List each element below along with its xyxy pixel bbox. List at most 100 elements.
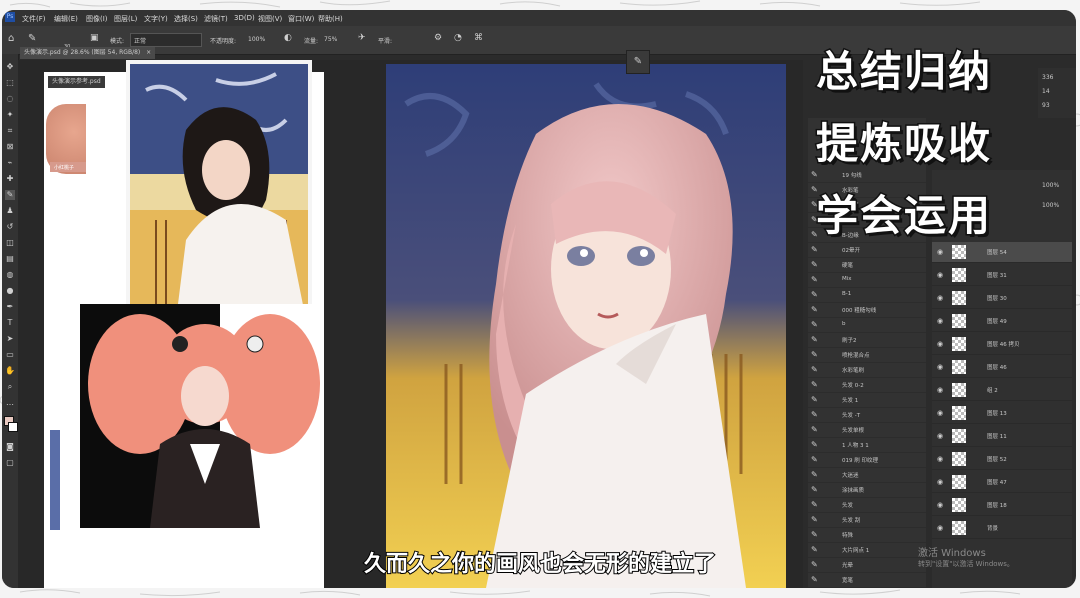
brush-item[interactable]: ✎ 头发 -T bbox=[808, 408, 926, 423]
type-tool-icon[interactable]: T bbox=[5, 318, 15, 328]
visibility-eye-icon[interactable]: ◉ bbox=[937, 317, 943, 325]
symmetry-icon[interactable]: ⌘ bbox=[474, 33, 483, 43]
layer-row[interactable]: ◉ 图层 46 bbox=[932, 357, 1072, 378]
background-color-swatch[interactable] bbox=[8, 422, 18, 432]
visibility-eye-icon[interactable]: ◉ bbox=[937, 524, 943, 532]
brush-panel-toggle-icon[interactable]: ▣ bbox=[90, 33, 99, 43]
opacity-value[interactable]: 100% bbox=[248, 36, 265, 43]
layer-row[interactable]: ◉ 图层 49 bbox=[932, 311, 1072, 332]
close-icon[interactable]: × bbox=[146, 49, 151, 56]
layer-row[interactable]: ◉ 背景 bbox=[932, 518, 1072, 539]
shape-tool-icon[interactable]: ▭ bbox=[5, 350, 15, 360]
menu-type[interactable]: 文字(Y) bbox=[144, 14, 168, 24]
brush-item[interactable]: ✎ 涂抹画质 bbox=[808, 483, 926, 498]
eyedropper-icon[interactable]: ⌁ bbox=[5, 158, 15, 168]
layer-row[interactable]: ◉ 图层 47 bbox=[932, 472, 1072, 493]
home-icon[interactable]: ⌂ bbox=[8, 33, 14, 44]
flow-value[interactable]: 75% bbox=[324, 36, 337, 43]
layer-row[interactable]: ◉ 图层 30 bbox=[932, 288, 1072, 309]
brush-item[interactable]: ✎ b bbox=[808, 318, 926, 333]
color-value-3[interactable]: 93 bbox=[1042, 102, 1050, 109]
visibility-eye-icon[interactable]: ◉ bbox=[937, 340, 943, 348]
brush-item[interactable]: ✎ 头发 bbox=[808, 498, 926, 513]
visibility-eye-icon[interactable]: ◉ bbox=[937, 294, 943, 302]
visibility-eye-icon[interactable]: ◉ bbox=[937, 363, 943, 371]
brush-item[interactable]: ✎ 硬笔 bbox=[808, 258, 926, 273]
layers-opacity-value[interactable]: 100% bbox=[1042, 182, 1059, 189]
visibility-eye-icon[interactable]: ◉ bbox=[937, 248, 943, 256]
visibility-eye-icon[interactable]: ◉ bbox=[937, 432, 943, 440]
brush-item[interactable]: ✎ Mix bbox=[808, 273, 926, 288]
brush-item[interactable]: ✎ B-1 bbox=[808, 288, 926, 303]
layer-row[interactable]: ◉ 图层 11 bbox=[932, 426, 1072, 447]
menu-3d[interactable]: 3D(D) bbox=[234, 14, 255, 22]
brush-item[interactable]: ✎ 02晕开 bbox=[808, 243, 926, 258]
airbrush-icon[interactable]: ✈ bbox=[358, 33, 366, 43]
brush-item[interactable]: ✎ 1 人物 3 1 bbox=[808, 438, 926, 453]
pen-tool-icon[interactable]: ✒ bbox=[5, 302, 15, 312]
visibility-eye-icon[interactable]: ◉ bbox=[937, 455, 943, 463]
visibility-eye-icon[interactable]: ◉ bbox=[937, 501, 943, 509]
brush-item[interactable]: ✎ 000 粗糙勾线 bbox=[808, 303, 926, 318]
stamp-tool-icon[interactable]: ♟ bbox=[5, 206, 15, 216]
quick-mask-icon[interactable]: ◙ bbox=[5, 442, 15, 452]
floating-brush-button[interactable]: ✎ bbox=[626, 50, 650, 74]
menu-layer[interactable]: 图层(L) bbox=[114, 14, 137, 24]
magic-wand-icon[interactable]: ✦ bbox=[5, 110, 15, 120]
brush-item[interactable]: ✎ 头发 刮 bbox=[808, 513, 926, 528]
blur-tool-icon[interactable]: ◍ bbox=[5, 270, 15, 280]
eraser-icon[interactable]: ◫ bbox=[5, 238, 15, 248]
brush-item[interactable]: ✎ 019 刷 印纹理 bbox=[808, 453, 926, 468]
visibility-eye-icon[interactable]: ◉ bbox=[937, 409, 943, 417]
zoom-tool-icon[interactable]: ⌕ bbox=[5, 382, 15, 392]
layers-fill-value[interactable]: 100% bbox=[1042, 202, 1059, 209]
layer-row[interactable]: ◉ 图层 52 bbox=[932, 449, 1072, 470]
layer-row[interactable]: ◉ 图层 31 bbox=[932, 265, 1072, 286]
visibility-eye-icon[interactable]: ◉ bbox=[937, 271, 943, 279]
dodge-tool-icon[interactable]: ● bbox=[5, 286, 15, 296]
marquee-tool-icon[interactable]: ⬚ bbox=[5, 78, 15, 88]
tab-headshot-demo[interactable]: 头像演示.psd @ 28.6% (图层 54, RGB/8) × bbox=[20, 47, 156, 59]
brush-item[interactable]: ✎ 大迷迷 bbox=[808, 468, 926, 483]
pressure-opacity-icon[interactable]: ◐ bbox=[284, 33, 292, 43]
menu-help[interactable]: 帮助(H) bbox=[318, 14, 343, 24]
visibility-eye-icon[interactable]: ◉ bbox=[937, 386, 943, 394]
angle-icon[interactable]: ◔ bbox=[454, 33, 462, 43]
crop-tool-icon[interactable]: ⌗ bbox=[5, 126, 15, 136]
layer-row[interactable]: ◉ 图层 54 bbox=[932, 242, 1072, 263]
path-select-icon[interactable]: ➤ bbox=[5, 334, 15, 344]
menu-edit[interactable]: 编辑(E) bbox=[54, 14, 78, 24]
brush-item[interactable]: ✎ 水彩笔刷 bbox=[808, 363, 926, 378]
color-value-1[interactable]: 336 bbox=[1042, 74, 1053, 81]
gradient-tool-icon[interactable]: ▤ bbox=[5, 254, 15, 264]
brush-item[interactable]: ✎ 刷子2 bbox=[808, 333, 926, 348]
tab-headshot-reference[interactable]: 头像演示参考.psd bbox=[48, 76, 105, 88]
frame-tool-icon[interactable]: ⊠ bbox=[5, 142, 15, 152]
menu-select[interactable]: 选择(S) bbox=[174, 14, 198, 24]
brush-item[interactable]: ✎ 头发 1 bbox=[808, 393, 926, 408]
brush-item[interactable]: ✎ 头发单根 bbox=[808, 423, 926, 438]
brush-tool-icon[interactable]: ✎ bbox=[28, 33, 36, 44]
healing-brush-icon[interactable]: ✚ bbox=[5, 174, 15, 184]
brush-tool-icon[interactable]: ✎ bbox=[5, 190, 15, 200]
visibility-eye-icon[interactable]: ◉ bbox=[937, 478, 943, 486]
settings-gear-icon[interactable]: ⚙ bbox=[434, 33, 442, 43]
layer-row[interactable]: ◉ 图层 18 bbox=[932, 495, 1072, 516]
history-brush-icon[interactable]: ↺ bbox=[5, 222, 15, 232]
layer-row[interactable]: ◉ 组 2 bbox=[932, 380, 1072, 401]
layer-row[interactable]: ◉ 图层 46 拷贝 bbox=[932, 334, 1072, 355]
menu-window[interactable]: 窗口(W) bbox=[288, 14, 314, 24]
layer-row[interactable]: ◉ 图层 13 bbox=[932, 403, 1072, 424]
brush-item[interactable]: ✎ 特殊 bbox=[808, 528, 926, 543]
move-tool-icon[interactable]: ✥ bbox=[5, 62, 15, 72]
menu-image[interactable]: 图像(I) bbox=[86, 14, 108, 24]
screen-mode-icon[interactable]: ▢ bbox=[5, 458, 15, 468]
lasso-tool-icon[interactable]: ◌ bbox=[5, 94, 15, 104]
color-value-2[interactable]: 14 bbox=[1042, 88, 1050, 95]
brush-item[interactable]: ✎ 喷枪混合点 bbox=[808, 348, 926, 363]
menu-file[interactable]: 文件(F) bbox=[22, 14, 46, 24]
more-tools-icon[interactable]: … bbox=[5, 398, 15, 408]
menu-view[interactable]: 视图(V) bbox=[258, 14, 282, 24]
hand-tool-icon[interactable]: ✋ bbox=[5, 366, 15, 376]
brush-item[interactable]: ✎ 头发 0-2 bbox=[808, 378, 926, 393]
